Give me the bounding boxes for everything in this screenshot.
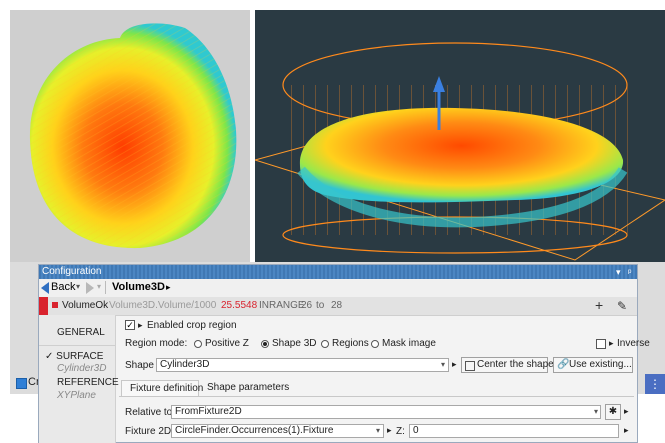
sidebar-item-surface[interactable]: ✓ SURFACE bbox=[45, 351, 103, 362]
use-existing-button[interactable]: 🔗 Use existing... bbox=[553, 357, 633, 373]
z-input[interactable]: 0 bbox=[409, 424, 619, 438]
breadcrumb-chevron-icon[interactable]: ▸ bbox=[166, 282, 171, 293]
z-expand-icon[interactable]: ▸ bbox=[624, 425, 629, 436]
inverse-label: Inverse bbox=[617, 338, 650, 349]
panel-title: Configuration bbox=[42, 266, 102, 277]
fixture-2d-select[interactable]: CircleFinder.Occurrences(1).Fixture bbox=[171, 424, 384, 438]
use-existing-label: Use existing... bbox=[569, 359, 632, 370]
radio-shape-3d[interactable] bbox=[261, 340, 269, 348]
measurement-value: 25.5548 bbox=[221, 300, 258, 311]
range-high: 28 bbox=[331, 300, 343, 311]
inverse-expand-icon[interactable]: ▸ bbox=[609, 338, 614, 349]
back-arrow-icon[interactable] bbox=[41, 282, 49, 294]
shape-label: Shape : bbox=[125, 360, 160, 371]
sidebar-item-general[interactable]: GENERAL bbox=[57, 327, 105, 338]
fixture-expand-icon[interactable]: ▸ bbox=[387, 425, 392, 436]
radio-regions-label[interactable]: Regions bbox=[332, 338, 369, 349]
navigation-bar: Back ▾ ▾ Volume3D ▸ bbox=[39, 279, 637, 298]
center-icon bbox=[465, 361, 475, 371]
crop-expand-icon[interactable]: ▸ bbox=[138, 320, 143, 331]
crop-region-checkbox[interactable]: ✓ bbox=[125, 320, 135, 330]
status-square-icon bbox=[52, 302, 58, 308]
shape-select[interactable]: Cylinder3D bbox=[156, 358, 449, 372]
measurement-name[interactable]: VolumeOk bbox=[62, 300, 108, 311]
z-label: Z: bbox=[396, 426, 405, 437]
measurement-expression: Volume3D.Volume/1000 bbox=[109, 300, 217, 311]
nav-separator bbox=[105, 281, 106, 294]
relative-expand-icon[interactable]: ▸ bbox=[624, 406, 629, 417]
back-dropdown-icon[interactable]: ▾ bbox=[76, 282, 80, 291]
relative-dropdown-icon[interactable]: ▾ bbox=[594, 407, 598, 416]
range-label: INRANGE bbox=[259, 300, 305, 311]
add-icon[interactable]: + bbox=[595, 297, 603, 313]
center-shape-label: Center the shape bbox=[477, 359, 554, 370]
crop-region-label: Enabled crop region bbox=[147, 320, 237, 331]
relative-to-label: Relative to: bbox=[125, 407, 176, 418]
forward-arrow-icon[interactable] bbox=[86, 282, 94, 294]
layer-color-checkbox[interactable] bbox=[16, 378, 27, 389]
back-button[interactable]: Back bbox=[51, 281, 75, 293]
center-shape-button[interactable]: Center the shape bbox=[461, 357, 554, 373]
relative-to-select[interactable]: FromFixture2D bbox=[171, 405, 601, 419]
kebab-menu-icon[interactable]: ⋮ bbox=[645, 374, 665, 394]
sidebar-item-reference-sub: XYPlane bbox=[57, 390, 96, 401]
dropdown-icon[interactable]: ▾ bbox=[616, 265, 621, 279]
shape-dropdown-icon[interactable]: ▾ bbox=[441, 360, 445, 369]
radio-regions[interactable] bbox=[321, 340, 329, 348]
edit-icon[interactable]: ✎ bbox=[617, 299, 627, 313]
forward-dropdown-icon[interactable]: ▾ bbox=[97, 282, 101, 291]
shape-expand-icon[interactable]: ▸ bbox=[452, 359, 457, 370]
tab-shape-parameters[interactable]: Shape parameters bbox=[207, 380, 289, 396]
settings-gear-icon[interactable]: ✱ bbox=[605, 404, 621, 420]
region-mode-label: Region mode: bbox=[125, 338, 188, 349]
range-to: to bbox=[316, 300, 325, 311]
breadcrumb-current[interactable]: Volume3D bbox=[112, 281, 165, 293]
panel-titlebar[interactable]: Configuration ▾ ᵖ bbox=[39, 265, 637, 279]
inverse-checkbox[interactable] bbox=[596, 339, 606, 349]
viewer-3d[interactable] bbox=[255, 10, 665, 265]
settings-sidebar: GENERAL ✓ SURFACE Cylinder3D REFERENCE X… bbox=[39, 315, 119, 443]
sidebar-divider bbox=[39, 345, 115, 346]
link-icon: 🔗 bbox=[557, 359, 570, 370]
radio-shape-3d-label[interactable]: Shape 3D bbox=[272, 338, 316, 349]
pin-icon[interactable]: ᵖ bbox=[628, 265, 631, 279]
fixture-2d-label: Fixture 2D: bbox=[125, 426, 174, 437]
fixture-dropdown-icon[interactable]: ▾ bbox=[376, 426, 380, 435]
radio-mask-image-label[interactable]: Mask image bbox=[382, 338, 436, 349]
range-low: 26 bbox=[301, 300, 313, 311]
point-cloud-view bbox=[255, 42, 665, 261]
radio-mask-image[interactable] bbox=[371, 340, 379, 348]
sidebar-item-surface-sub: Cylinder3D bbox=[57, 363, 107, 374]
sidebar-item-reference[interactable]: REFERENCE bbox=[57, 377, 119, 388]
configuration-panel: Configuration ▾ ᵖ Back ▾ ▾ Volume3D ▸ Vo… bbox=[38, 264, 650, 443]
tab-fixture-definition[interactable]: Fixture definition bbox=[121, 380, 203, 396]
radio-positive-z-label[interactable]: Positive Z bbox=[205, 338, 249, 349]
radio-positive-z[interactable] bbox=[194, 340, 202, 348]
status-indicator-bar bbox=[39, 297, 48, 315]
status-bar: VolumeOk Volume3D.Volume/1000 25.5548 IN… bbox=[39, 297, 637, 316]
viewer-2d[interactable] bbox=[10, 10, 250, 265]
depth-map-image bbox=[29, 23, 237, 249]
